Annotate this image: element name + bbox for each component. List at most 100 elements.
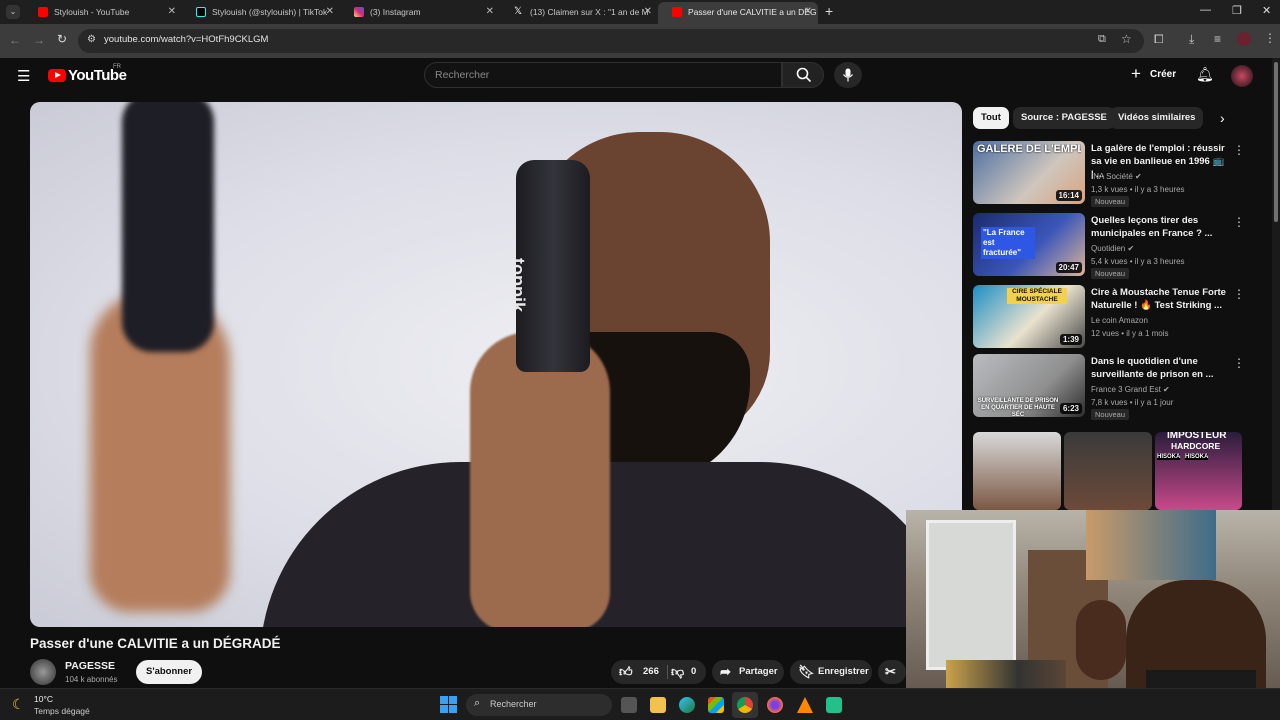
- short-thumbnail[interactable]: [1064, 432, 1152, 510]
- task-view-icon[interactable]: [621, 697, 637, 713]
- video-title[interactable]: Cire à Moustache Tenue Forte Naturelle !…: [1091, 286, 1229, 312]
- voice-search-button[interactable]: [834, 62, 862, 88]
- account-avatar[interactable]: [1231, 65, 1253, 87]
- recommendation-item[interactable]: SURVEILLANTE DE PRISON EN QUARTIER DE HA…: [973, 354, 1265, 420]
- recommendation-item[interactable]: GALÈRE DE L'EMPLOI 16:14 La galère de l'…: [973, 141, 1265, 207]
- save-button[interactable]: 🔖︎ Enregistrer: [790, 660, 872, 684]
- new-badge: Nouveau: [1091, 409, 1130, 420]
- channel-name[interactable]: Le coin Amazon: [1091, 316, 1148, 325]
- browser-tab[interactable]: (3) Instagram ✕: [340, 2, 500, 24]
- thumbs-up-icon: 👍︎: [619, 664, 633, 679]
- site-info-icon[interactable]: ⚙: [87, 34, 96, 45]
- channel-name[interactable]: PAGESSE: [65, 660, 115, 672]
- browser-tab[interactable]: 𝕏 (13) Claimen sur X : "1 an de M ✕: [500, 2, 658, 24]
- close-tab-icon[interactable]: ✕: [486, 2, 494, 22]
- close-tab-icon[interactable]: ✕: [168, 2, 176, 22]
- browser-menu-icon[interactable]: ⋮: [1264, 31, 1276, 45]
- chip-all[interactable]: Tout: [973, 107, 1009, 129]
- cam-posters: [1086, 510, 1216, 580]
- reload-icon[interactable]: ↻: [57, 32, 67, 46]
- channel-label: Quotidien: [1091, 244, 1126, 253]
- vlc-icon[interactable]: [797, 697, 813, 713]
- tab-title: (3) Instagram: [370, 7, 421, 17]
- search-icon: ⌕: [474, 697, 481, 709]
- more-actions-icon[interactable]: ⋮: [1233, 143, 1245, 157]
- video-frame-cape: [260, 462, 960, 627]
- chip-similar-videos[interactable]: Vidéos similaires: [1110, 107, 1204, 129]
- channel-label: INA Société: [1091, 172, 1133, 181]
- chevron-right-icon[interactable]: ›: [1220, 110, 1225, 126]
- profile-avatar[interactable]: [1237, 32, 1251, 46]
- search-placeholder: Rechercher: [435, 69, 490, 81]
- video-frame-product-bottle: toppik: [508, 160, 590, 372]
- subscribe-button[interactable]: S'abonner: [136, 660, 203, 684]
- more-actions-icon[interactable]: ⋮: [1233, 215, 1245, 229]
- share-button[interactable]: ➦ Partager: [712, 660, 784, 684]
- windows-start-icon[interactable]: [440, 696, 457, 713]
- minimize-icon[interactable]: —: [1200, 4, 1211, 16]
- close-tab-icon[interactable]: ✕: [804, 2, 812, 22]
- video-thumbnail[interactable]: "La France est fracturée" 20:47: [973, 213, 1085, 276]
- taskbar-search[interactable]: ⌕ Rechercher: [466, 694, 612, 716]
- media-controls-icon[interactable]: ≡: [1214, 32, 1221, 46]
- obs-app-icon[interactable]: [826, 697, 842, 713]
- short-thumbnail[interactable]: IMPOSTEUR HARDCORE HISOKA HISOKA: [1155, 432, 1242, 510]
- channel-name[interactable]: Quotidien ✔: [1091, 244, 1134, 253]
- firefox-icon[interactable]: [767, 697, 783, 713]
- close-tab-icon[interactable]: ✕: [644, 2, 652, 22]
- video-player[interactable]: toppik: [30, 102, 962, 627]
- recommendation-item[interactable]: "La France est fracturée" 20:47 Quelles …: [973, 213, 1265, 279]
- bookmark-star-icon[interactable]: ☆: [1121, 32, 1132, 46]
- recommendation-item[interactable]: CIRE SPÉCIALE MOUSTACHE 1:39 Cire à Mous…: [973, 285, 1265, 351]
- microphone-icon: [843, 68, 853, 82]
- video-title[interactable]: Dans le quotidien d'une surveillante de …: [1091, 355, 1229, 381]
- video-thumbnail[interactable]: GALÈRE DE L'EMPLOI 16:14: [973, 141, 1085, 204]
- close-tab-icon[interactable]: ✕: [326, 2, 334, 22]
- tab-list-dropdown-icon[interactable]: ⌄: [6, 5, 20, 19]
- new-tab-button[interactable]: +: [825, 3, 833, 19]
- like-count: 266: [643, 666, 659, 677]
- clip-button[interactable]: ✂: [878, 660, 906, 684]
- search-input[interactable]: Rechercher: [424, 62, 782, 88]
- video-meta: 5,4 k vues • il y a 3 heures: [1091, 257, 1185, 266]
- youtube-favicon-icon: [38, 7, 48, 17]
- address-bar[interactable]: ⚙ youtube.com/watch?v=HOtFh9CKLGM ⧉ ☆: [78, 29, 1144, 53]
- more-actions-icon[interactable]: ⋮: [1233, 287, 1245, 301]
- notifications-bell-icon[interactable]: 🔔︎: [1196, 66, 1214, 83]
- create-button[interactable]: + Créer: [1128, 62, 1180, 88]
- more-actions-icon[interactable]: ⋮: [1233, 356, 1245, 370]
- file-explorer-icon[interactable]: [650, 697, 666, 713]
- browser-tab-active[interactable]: Passer d'une CALVITIE a un DÉG ✕: [658, 2, 818, 24]
- channel-name[interactable]: France 3 Grand Est ✔: [1091, 385, 1170, 394]
- forward-icon[interactable]: →: [33, 33, 45, 47]
- short-thumbnail[interactable]: [973, 432, 1061, 510]
- restore-icon[interactable]: ❐: [1232, 4, 1242, 17]
- weather-widget[interactable]: ☾ 10°C Temps dégagé: [12, 692, 112, 718]
- install-app-icon[interactable]: ⧉: [1098, 33, 1106, 46]
- extensions-icon[interactable]: ⧠: [1154, 32, 1164, 47]
- video-thumbnail[interactable]: SURVEILLANTE DE PRISON EN QUARTIER DE HA…: [973, 354, 1085, 417]
- weather-description: Temps dégagé: [34, 706, 90, 716]
- back-icon[interactable]: ←: [9, 33, 21, 47]
- hamburger-menu-icon[interactable]: ☰: [17, 67, 30, 85]
- microsoft-store-icon[interactable]: [708, 697, 724, 713]
- dislike-button[interactable]: 👎︎ 0: [671, 660, 705, 684]
- browser-tab[interactable]: Stylouish (@stylouish) | TikTok ✕: [182, 2, 340, 24]
- thumbnail-text: CIRE SPÉCIALE MOUSTACHE: [1007, 288, 1067, 304]
- short-caption-text: HISOKA: [1185, 454, 1209, 460]
- channel-name[interactable]: INA Société ✔: [1091, 172, 1142, 181]
- edge-browser-icon[interactable]: [679, 697, 695, 713]
- video-thumbnail[interactable]: CIRE SPÉCIALE MOUSTACHE 1:39: [973, 285, 1085, 348]
- like-button[interactable]: 👍︎ 266: [617, 660, 667, 684]
- thumbnail-text: SURVEILLANTE DE PRISON EN QUARTIER DE HA…: [977, 398, 1059, 417]
- scrollbar-thumb[interactable]: [1274, 62, 1278, 222]
- thumbnail-text: "La France est fracturée": [981, 227, 1035, 259]
- close-window-icon[interactable]: ✕: [1262, 4, 1271, 17]
- video-title[interactable]: Quelles leçons tirer des municipales en …: [1091, 214, 1229, 240]
- download-icon[interactable]: ⤓: [1189, 32, 1194, 47]
- search-button[interactable]: [782, 62, 824, 88]
- chrome-icon[interactable]: [737, 697, 753, 713]
- channel-avatar[interactable]: [30, 659, 56, 685]
- chip-source-pagesse[interactable]: Source : PAGESSE: [1013, 107, 1115, 129]
- browser-tab[interactable]: Stylouish - YouTube ✕: [24, 2, 182, 24]
